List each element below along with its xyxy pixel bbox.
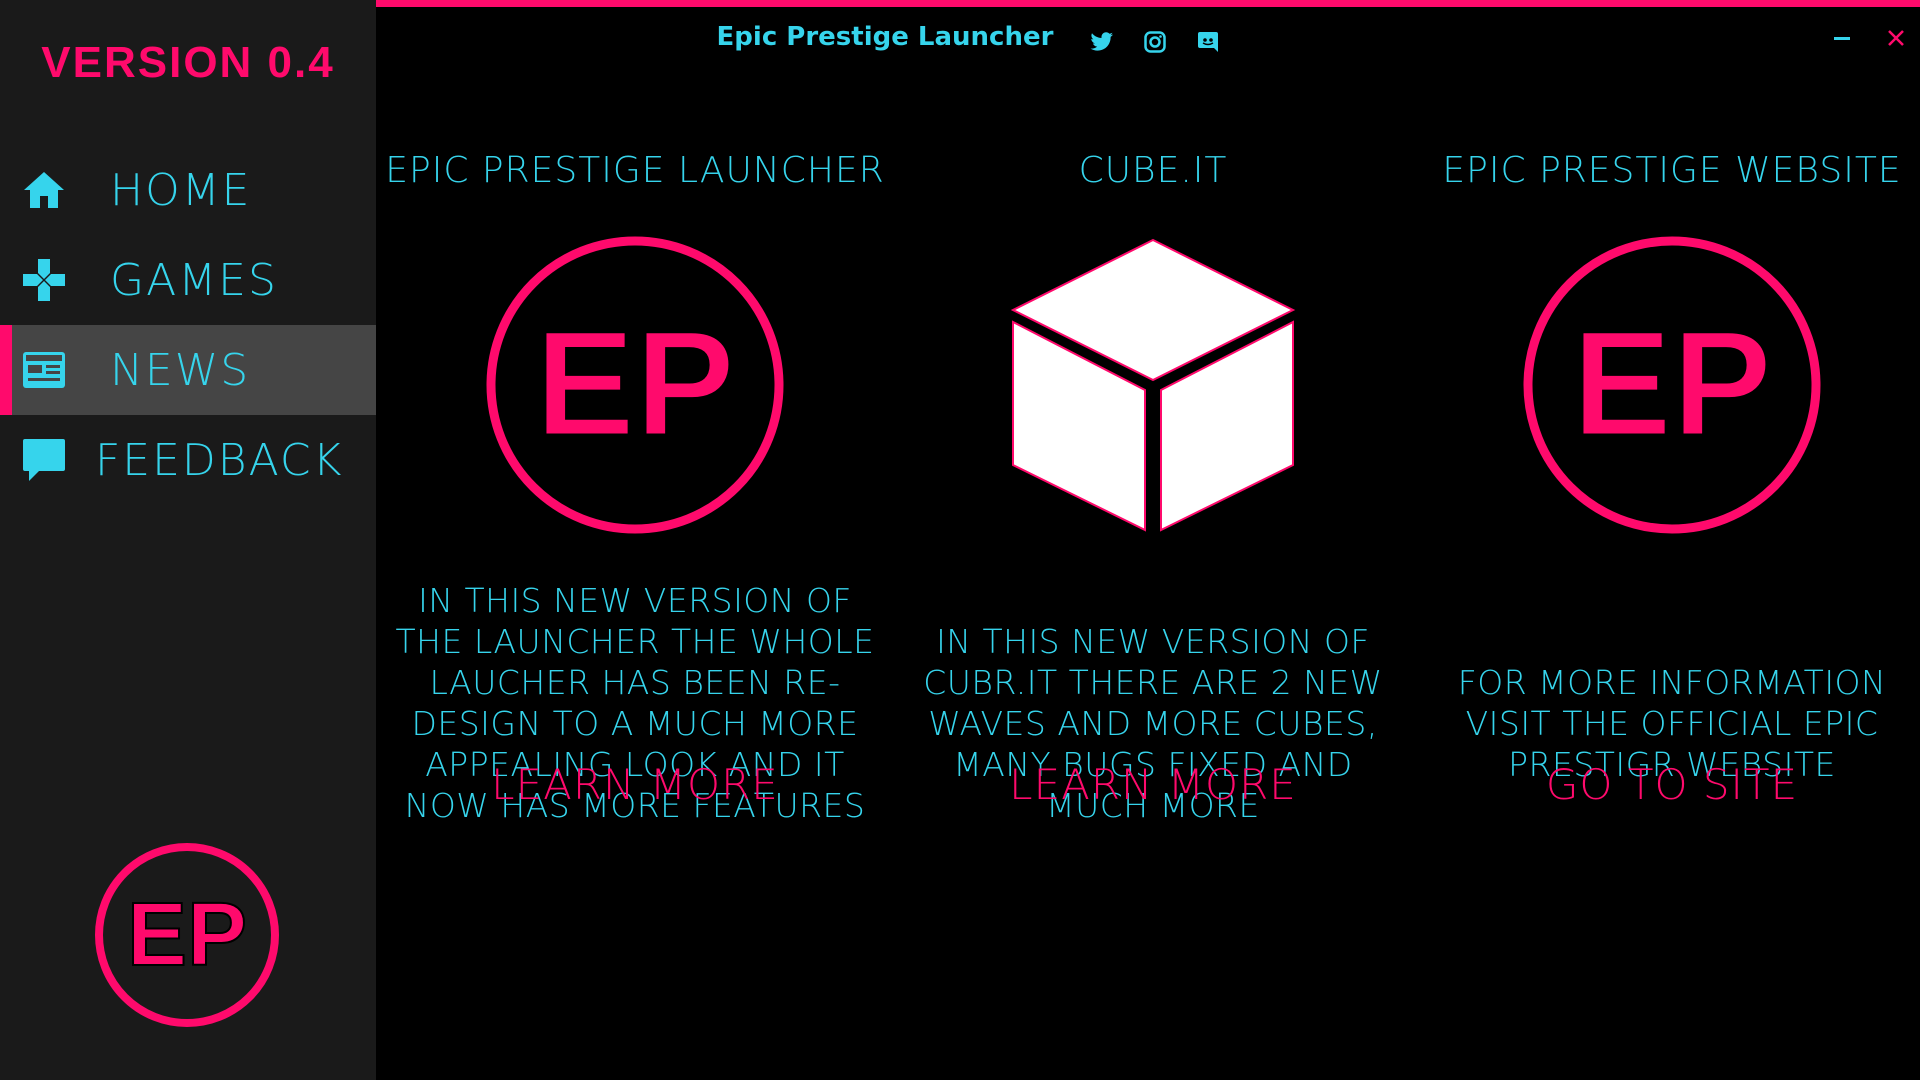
- close-icon: [1887, 29, 1905, 51]
- home-icon: [20, 166, 68, 214]
- ep-logo-text: EP: [535, 299, 735, 467]
- launcher-window: VERSION 0.4 HOME GAMES NEWS FEEDBACK EP …: [0, 0, 1920, 1080]
- learn-more-button[interactable]: LEARN MORE: [903, 760, 1403, 809]
- ep-logo-text: EP: [127, 885, 247, 985]
- app-title: Epic Prestige Launcher: [716, 22, 1054, 52]
- sidebar-item-label: HOME: [110, 164, 252, 216]
- minimize-icon: [1833, 29, 1851, 51]
- sidebar: VERSION 0.4 HOME GAMES NEWS FEEDBACK EP: [0, 0, 376, 1080]
- learn-more-button[interactable]: LEARN MORE: [385, 760, 885, 809]
- newspaper-icon: [20, 346, 68, 394]
- gamepad-icon: [20, 256, 68, 304]
- sidebar-item-label: FEEDBACK: [95, 434, 344, 486]
- instagram-icon[interactable]: [1141, 28, 1169, 56]
- discord-icon[interactable]: [1194, 28, 1222, 56]
- sidebar-item-feedback[interactable]: FEEDBACK: [0, 415, 376, 505]
- minimize-button[interactable]: [1824, 22, 1860, 58]
- sidebar-nav: HOME GAMES NEWS FEEDBACK: [0, 145, 376, 505]
- ep-logo-text: EP: [1572, 299, 1772, 467]
- ep-logo: EP: [385, 230, 885, 540]
- chat-bubble-icon: [20, 436, 68, 484]
- sidebar-item-label: NEWS: [110, 344, 251, 396]
- card-title: EPIC PRESTIGE LAUNCHER: [385, 150, 885, 191]
- go-to-site-button[interactable]: GO TO SITE: [1422, 760, 1920, 809]
- sidebar-item-home[interactable]: HOME: [0, 145, 376, 235]
- sidebar-item-label: GAMES: [110, 254, 278, 306]
- card-title: EPIC PRESTIGE WEBSITE: [1442, 150, 1902, 191]
- ep-logo: EP: [1422, 230, 1920, 540]
- card-title: CUBE.IT: [1078, 150, 1228, 191]
- top-accent-bar: [376, 0, 1920, 7]
- ep-logo: EP: [92, 840, 282, 1030]
- cube-icon: [903, 230, 1403, 540]
- news-card-website: EPIC PRESTIGE WEBSITE EP FOR MORE INFORM…: [1422, 140, 1920, 980]
- news-card-launcher: EPIC PRESTIGE LAUNCHER EP IN THIS NEW VE…: [385, 140, 885, 980]
- close-button[interactable]: [1878, 22, 1914, 58]
- sidebar-item-news[interactable]: NEWS: [0, 325, 376, 415]
- news-card-cubeit: CUBE.IT IN THIS NEW VERSION OF CUBR.IT T…: [903, 140, 1403, 980]
- version-label: VERSION 0.4: [41, 38, 335, 87]
- sidebar-item-games[interactable]: GAMES: [0, 235, 376, 325]
- twitter-icon[interactable]: [1088, 28, 1116, 56]
